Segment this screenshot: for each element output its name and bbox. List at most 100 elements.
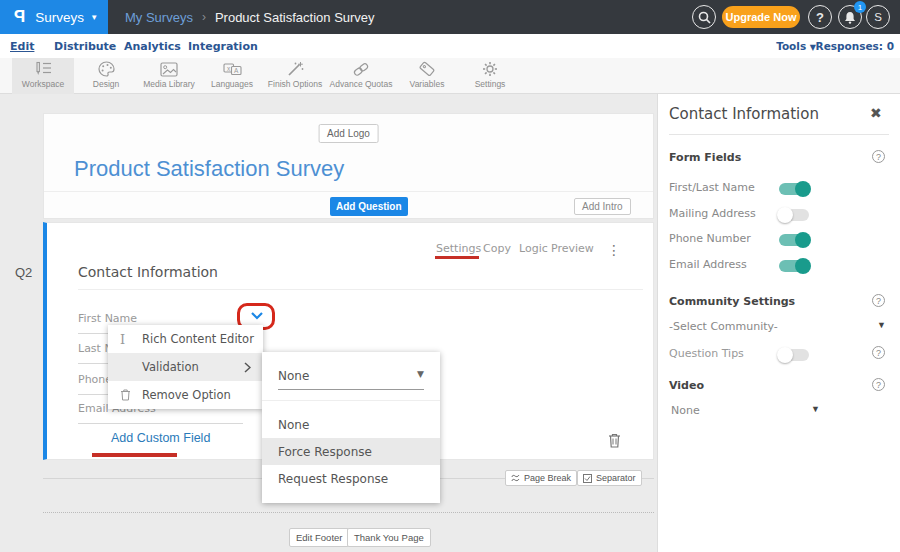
divider [669,134,889,135]
add-custom-field-link[interactable]: Add Custom Field [111,431,210,445]
avatar[interactable]: S [866,5,890,29]
toggle-mailing-address[interactable] [779,209,809,221]
survey-header-card: Add Logo Product Satisfaction Survey Add… [43,113,654,219]
add-logo-button[interactable]: Add Logo [318,124,379,143]
question-preview-link[interactable]: Preview [551,242,594,255]
toggle-email-address[interactable] [779,260,809,272]
help-icon[interactable]: ? [872,346,885,359]
tools-menu[interactable]: Tools ▼ [776,40,816,52]
survey-title[interactable]: Product Satisfaction Survey [74,156,344,182]
community-select[interactable]: -Select Community- [669,320,778,333]
variables-icon [419,61,436,77]
menu-item-validation[interactable]: Validation [108,353,263,381]
workspace-icon [34,61,53,77]
validation-submenu: None ▼ None Force Response Request Respo… [262,352,440,503]
chevron-down-icon: ▼ [90,13,98,22]
tab-integration[interactable]: Integration [188,40,258,53]
validation-option-request-response[interactable]: Request Response [262,465,440,492]
responses-count[interactable]: Responses: 0 [816,40,894,52]
question-tips-label: Question Tips [669,347,744,360]
search-button[interactable] [692,5,716,29]
product-switcher[interactable]: P Surveys ▼ [0,0,108,34]
add-custom-field-red-underline-annotation [92,453,177,457]
video-select[interactable]: None [671,404,700,417]
separator-button[interactable]: Separator [577,470,642,486]
notification-badge: 1 [854,1,866,13]
toolbar-workspace[interactable]: Workspace [12,58,74,94]
breadcrumb-current: Product Satisfaction Survey [215,10,375,25]
breadcrumb: My Surveys › Product Satisfaction Survey [125,0,375,34]
text-editor-icon: I [120,332,142,347]
field-context-menu: I Rich Content Editor Validation Remove … [108,325,263,409]
toolbar-languages[interactable]: xA Languages [201,58,263,94]
avatar-initial: S [874,11,882,23]
help-button[interactable]: ? [808,5,832,29]
question-mark-icon: ? [816,10,824,25]
tab-analytics[interactable]: Analytics [124,40,181,53]
toolbar-media-library[interactable]: Media Library [138,58,200,94]
divider [78,289,643,290]
bell-icon [844,11,856,24]
panel-title: Contact Information [669,105,819,123]
breadcrumb-separator: › [202,10,206,24]
upgrade-now-button[interactable]: Upgrade Now [722,6,800,28]
caret-down-icon: ▼ [417,369,424,379]
question-logic-link[interactable]: Logic [519,242,548,255]
menu-item-rich-content-editor[interactable]: I Rich Content Editor [108,325,263,353]
questionpro-logo-icon: P [14,7,25,27]
toggle-question-tips[interactable] [779,349,809,361]
question-title[interactable]: Contact Information [78,264,218,280]
survey-toolbar: Workspace Design Media Library xA Langua… [0,58,900,94]
trash-icon [120,389,142,401]
toolbar-design[interactable]: Design [75,58,137,94]
validation-option-none[interactable]: None [262,411,440,438]
add-intro-button[interactable]: Add Intro [574,198,631,215]
help-icon[interactable]: ? [872,378,885,391]
toolbar-finish-options[interactable]: Finish Options [264,58,326,94]
close-icon[interactable]: ✖ [870,105,882,121]
top-bar: P Surveys ▼ My Surveys › Product Satisfa… [0,0,900,34]
advance-quotas-icon [352,61,370,77]
finish-options-icon [287,61,304,77]
toggle-label-first-last-name: First/Last Name [669,181,755,194]
languages-icon: xA [223,61,242,77]
validation-select[interactable]: None ▼ [278,369,424,390]
upgrade-now-label: Upgrade Now [726,11,797,23]
validation-option-force-response[interactable]: Force Response [262,438,440,465]
toggle-phone-number[interactable] [779,234,809,246]
page-break-button[interactable]: Page Break [505,470,577,486]
toolbar-variables[interactable]: Variables [396,58,458,94]
question-number-label: Q2 [15,265,32,280]
divider [262,400,440,401]
help-icon[interactable]: ? [872,294,885,307]
form-fields-heading: Form Fields [669,151,741,164]
page-break-icon [511,474,520,483]
caret-down-icon: ▼ [877,320,886,330]
question-more-menu[interactable]: ⋮ [607,242,621,258]
add-question-button[interactable]: Add Question [330,197,408,216]
question-copy-link[interactable]: Copy [483,242,511,255]
toolbar-advance-quotas[interactable]: Advance Quotas [327,58,395,94]
delete-question-trash-icon[interactable] [608,433,621,452]
divider [44,191,653,192]
breadcrumb-my-surveys[interactable]: My Surveys [125,10,193,25]
tab-distribute[interactable]: Distribute [54,40,116,53]
toggle-first-last-name[interactable] [779,183,809,195]
submenu-arrow-icon [244,362,251,373]
dotted-divider [43,512,654,513]
separator-icon [583,474,592,483]
caret-down-icon: ▼ [811,404,820,414]
help-icon[interactable]: ? [872,150,885,163]
tab-edit[interactable]: Edit [10,40,34,53]
tab-bar: Edit Distribute Analytics Integration To… [0,34,900,58]
toggle-label-mailing-address: Mailing Address [669,207,756,220]
toolbar-settings[interactable]: Settings [459,58,521,94]
thank-you-page-button[interactable]: Thank You Page [347,528,431,547]
question-settings-panel: Contact Information ✖ Form Fields ? Firs… [657,94,900,552]
product-label: Surveys [35,10,84,25]
settings-gear-icon [482,61,498,77]
video-heading: Video [669,379,704,392]
question-settings-link[interactable]: Settings [436,242,481,255]
menu-item-remove-option[interactable]: Remove Option [108,381,263,409]
edit-footer-button[interactable]: Edit Footer [289,528,349,547]
